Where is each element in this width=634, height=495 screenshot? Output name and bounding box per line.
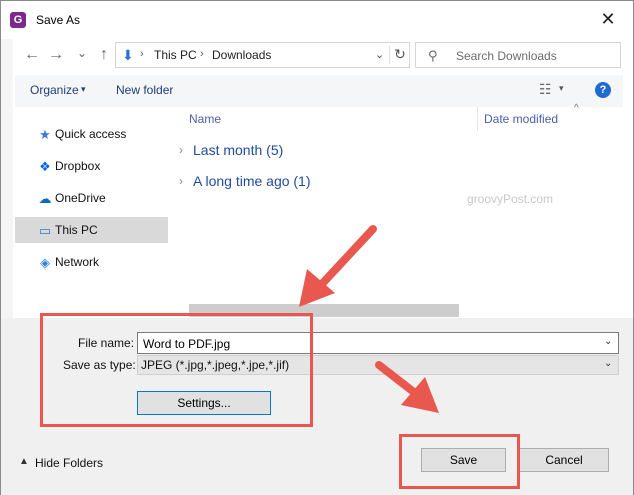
annotation-arrows xyxy=(299,225,439,413)
annotation-arrow-to-save xyxy=(375,361,439,413)
annotation-arrow-to-form xyxy=(299,225,377,307)
save-as-dialog: G Save As ✕ ← → ⌄ ↑ ⬇ › This PC › Downlo… xyxy=(0,0,634,495)
